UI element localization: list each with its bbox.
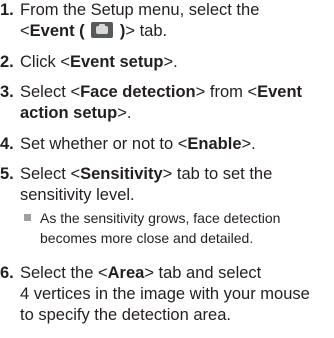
step-line: to specify the detection area. <box>20 306 231 324</box>
text: Select < <box>20 83 81 101</box>
menu-label-event-action: Event <box>257 83 303 101</box>
text: >. <box>241 135 256 153</box>
text: Click < <box>20 53 70 71</box>
menu-label-area: Area <box>107 264 145 282</box>
text: >. <box>163 53 178 71</box>
note-line: becomes more close and detailed. <box>40 230 254 246</box>
text: >. <box>117 104 132 122</box>
bullet-square-icon <box>24 214 31 221</box>
step-number: 2. <box>0 53 14 71</box>
menu-label-face-detection: Face detection <box>80 83 196 101</box>
step-line: Select <Face detection> from <Event <box>20 82 332 103</box>
step-text: Select <Face detection> from <Event acti… <box>20 82 332 124</box>
text: > tab and select <box>144 264 262 282</box>
step-number: 1. <box>0 1 14 19</box>
step-number: 5. <box>0 165 14 183</box>
camera-icon <box>91 22 114 38</box>
menu-label-event-setup: Event setup <box>69 53 164 71</box>
menu-label-action-setup: action setup <box>20 104 118 122</box>
step-line: From the Setup menu, select the <box>20 1 260 19</box>
text: > tab. <box>125 22 168 40</box>
step-text: From the Setup menu, select the <Event (… <box>20 0 332 42</box>
step-text: Select the <Area> tab and select 4 verti… <box>20 263 332 326</box>
instruction-list: 1. From the Setup menu, select the <Even… <box>0 0 334 338</box>
step-line: Select the <Area> tab and select <box>20 263 332 284</box>
step-text: Set whether or not to <Enable>. <box>20 134 332 155</box>
text: < <box>20 22 30 40</box>
step-line: action setup>. <box>20 103 332 124</box>
step-line: 4 vertices in the image with your mouse <box>20 285 310 303</box>
step-line: Set whether or not to <Enable>. <box>20 134 332 155</box>
step-line: Select <Sensitivity> tab to set the <box>20 164 332 185</box>
text: Set whether or not to < <box>20 135 188 153</box>
menu-label-enable: Enable <box>187 135 242 153</box>
text: > from < <box>195 83 258 101</box>
step-line: sensitivity level. <box>20 186 135 204</box>
menu-label-event: Event ( <box>29 22 85 40</box>
step-text: Select <Sensitivity> tab to set the sens… <box>20 164 332 206</box>
note-text: As the sensitivity grows, face detection… <box>40 208 320 248</box>
step-line: Click <Event setup>. <box>20 52 332 73</box>
step-text: Click <Event setup>. <box>20 52 332 73</box>
text: Select the < <box>20 264 108 282</box>
step-number: 3. <box>0 83 14 101</box>
text: > tab to set the <box>162 165 273 183</box>
step-number: 6. <box>0 264 14 282</box>
menu-label-sensitivity: Sensitivity <box>80 165 163 183</box>
step-number: 4. <box>0 135 14 153</box>
note-line: As the sensitivity grows, face detection <box>40 210 281 226</box>
step-line: <Event ( )> tab. <box>20 21 332 42</box>
text: Select < <box>20 165 81 183</box>
